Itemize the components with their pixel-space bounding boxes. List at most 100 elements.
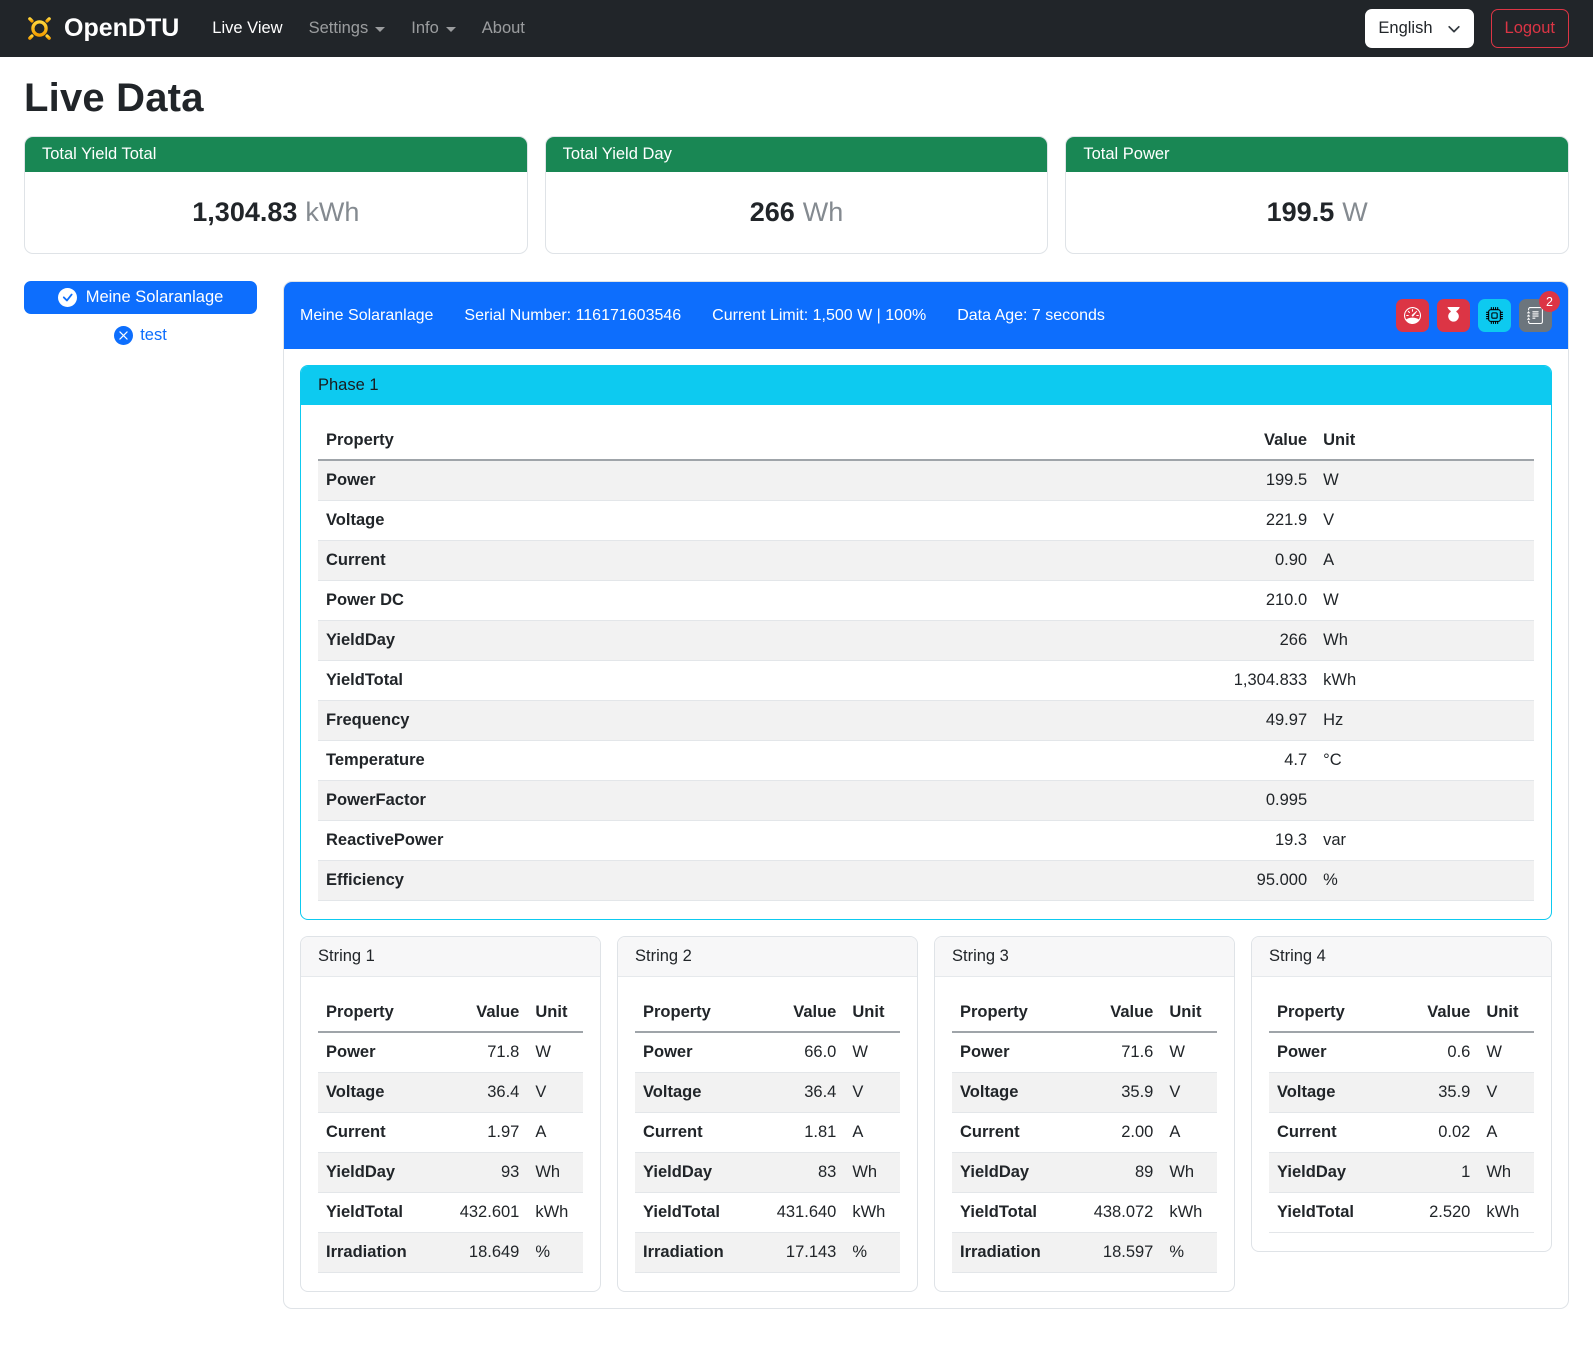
language-select[interactable]: English: [1365, 9, 1473, 48]
value-cell: 71.6: [1074, 1032, 1161, 1073]
device-info-button[interactable]: [1478, 299, 1511, 332]
table-row: Power71.6W: [952, 1032, 1217, 1073]
column-header: Value: [1169, 422, 1315, 460]
chevron-down-icon: [375, 27, 385, 32]
property-cell: YieldDay: [952, 1153, 1074, 1193]
unit-cell: A: [1478, 1113, 1534, 1153]
property-cell: ReactivePower: [318, 821, 1169, 861]
string-card-3: String 3 Property Value Unit: [934, 936, 1235, 1292]
power-icon: [1445, 307, 1462, 324]
brand[interactable]: OpenDTU: [24, 13, 179, 44]
table-row: Current2.00A: [952, 1113, 1217, 1153]
power-button[interactable]: [1437, 299, 1470, 332]
unit-cell: A: [1161, 1113, 1217, 1153]
value-cell: 71.8: [440, 1032, 527, 1073]
table-row: YieldDay83Wh: [635, 1153, 900, 1193]
table-row: Power66.0W: [635, 1032, 900, 1073]
table-row: Irradiation17.143%: [635, 1233, 900, 1273]
unit-cell: V: [1478, 1073, 1534, 1113]
inverter-data-age: Data Age: 7 seconds: [957, 307, 1105, 325]
string-card-title: String 1: [301, 937, 600, 977]
speedometer-icon: [1404, 307, 1421, 324]
unit-cell: W: [844, 1032, 900, 1073]
event-log-button[interactable]: 2: [1519, 299, 1552, 332]
nav-item-about[interactable]: About: [482, 11, 525, 46]
string-2-table: Property Value Unit Power66.0WVoltage36.…: [635, 994, 900, 1273]
column-header: Unit: [844, 994, 900, 1032]
summary-card-title: Total Yield Day: [546, 137, 1048, 172]
table-header-row: Property Value Unit: [635, 994, 900, 1032]
table-row: YieldDay89Wh: [952, 1153, 1217, 1193]
summary-card-value: 199.5: [1267, 197, 1335, 227]
sidebar-item-test[interactable]: test: [24, 326, 257, 345]
property-cell: YieldDay: [318, 621, 1169, 661]
sidebar-item-label: Meine Solaranlage: [86, 288, 224, 307]
property-cell: Power: [1269, 1032, 1391, 1073]
nav-links: Live View Settings Info About: [199, 11, 538, 46]
value-cell: 1: [1391, 1153, 1478, 1193]
table-row: YieldTotal431.640kWh: [635, 1193, 900, 1233]
string-card-1: String 1 Property Value Unit: [300, 936, 601, 1292]
table-row: YieldDay1Wh: [1269, 1153, 1534, 1193]
unit-cell: kWh: [844, 1193, 900, 1233]
summary-card-unit: W: [1342, 197, 1367, 227]
unit-cell: kWh: [1478, 1193, 1534, 1233]
unit-cell: %: [1315, 861, 1534, 901]
summary-card-value: 1,304.83: [192, 197, 297, 227]
column-header: Unit: [1478, 994, 1534, 1032]
value-cell: 0.02: [1391, 1113, 1478, 1153]
summary-card-unit: kWh: [305, 197, 359, 227]
property-cell: Irradiation: [952, 1233, 1074, 1273]
value-cell: 431.640: [757, 1193, 844, 1233]
string-3-table: Property Value Unit Power71.6WVoltage35.…: [952, 994, 1217, 1273]
unit-cell: var: [1315, 821, 1534, 861]
property-cell: Voltage: [318, 1073, 440, 1113]
table-row: Voltage35.9V: [1269, 1073, 1534, 1113]
inverter-limit: Current Limit: 1,500 W | 100%: [712, 307, 926, 325]
table-row: YieldTotal438.072kWh: [952, 1193, 1217, 1233]
logout-button[interactable]: Logout: [1491, 9, 1569, 48]
value-cell: 221.9: [1169, 501, 1315, 541]
inverter-toolbar: 2: [1396, 299, 1552, 332]
value-cell: 0.995: [1169, 781, 1315, 821]
value-cell: 432.601: [440, 1193, 527, 1233]
unit-cell: V: [527, 1073, 583, 1113]
property-cell: Frequency: [318, 701, 1169, 741]
unit-cell: Wh: [1315, 621, 1534, 661]
unit-cell: kWh: [1161, 1193, 1217, 1233]
table-header-row: Property Value Unit: [318, 422, 1534, 460]
inverter-card-header: Meine Solaranlage Serial Number: 1161716…: [284, 282, 1568, 349]
inverter-name: Meine Solaranlage: [300, 307, 433, 325]
table-row: Efficiency95.000%: [318, 861, 1534, 901]
journal-icon: [1527, 307, 1544, 324]
property-cell: YieldTotal: [952, 1193, 1074, 1233]
nav-item-info[interactable]: Info: [411, 11, 456, 46]
property-cell: YieldTotal: [318, 1193, 440, 1233]
column-header: Property: [952, 994, 1074, 1032]
property-cell: Power: [635, 1032, 757, 1073]
property-cell: Power: [952, 1032, 1074, 1073]
value-cell: 36.4: [440, 1073, 527, 1113]
summary-card-unit: Wh: [803, 197, 844, 227]
unit-cell: V: [1161, 1073, 1217, 1113]
string-1-table: Property Value Unit Power71.8WVoltage36.…: [318, 994, 583, 1273]
property-cell: Efficiency: [318, 861, 1169, 901]
limit-settings-button[interactable]: [1396, 299, 1429, 332]
nav-item-live-view[interactable]: Live View: [212, 11, 282, 46]
table-row: Current0.90A: [318, 541, 1534, 581]
property-cell: YieldTotal: [1269, 1193, 1391, 1233]
cpu-icon: [1486, 307, 1503, 324]
table-row: Temperature4.7°C: [318, 741, 1534, 781]
table-row: PowerFactor0.995: [318, 781, 1534, 821]
nav-item-settings[interactable]: Settings: [309, 11, 386, 46]
column-header: Unit: [527, 994, 583, 1032]
property-cell: YieldDay: [318, 1153, 440, 1193]
sidebar-item-meine-solaranlage[interactable]: Meine Solaranlage: [24, 281, 257, 314]
summary-card-total-yield-day: Total Yield Day 266Wh: [545, 136, 1049, 254]
chevron-down-icon: [1447, 22, 1461, 36]
table-row: Power0.6W: [1269, 1032, 1534, 1073]
property-cell: YieldDay: [635, 1153, 757, 1193]
unit-cell: [1315, 781, 1534, 821]
value-cell: 266: [1169, 621, 1315, 661]
property-cell: Current: [952, 1113, 1074, 1153]
